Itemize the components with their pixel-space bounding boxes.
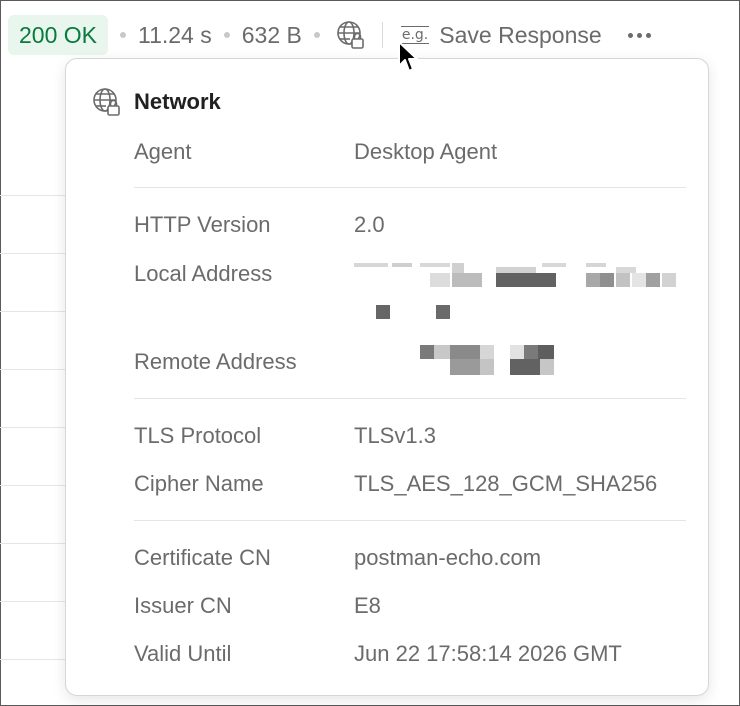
separator-dot — [120, 32, 126, 38]
status-badge[interactable]: 200 OK — [8, 15, 108, 55]
info-value[interactable]: TLSv1.3 — [354, 423, 436, 449]
info-value[interactable]: Desktop Agent — [354, 139, 497, 165]
info-row-local-address: Local Address — [134, 261, 354, 287]
response-time[interactable]: 11.24 s — [138, 22, 212, 49]
info-label: HTTP Version — [134, 212, 271, 237]
info-value[interactable]: postman-echo.com — [354, 545, 541, 571]
info-row-valid-until: Valid Until Jun 22 17:58:14 2026 GMT — [134, 641, 622, 667]
popover-title: Network — [134, 89, 221, 114]
info-value[interactable]: TLS_AES_128_GCM_SHA256 — [354, 471, 657, 497]
network-info-button[interactable] — [334, 18, 368, 52]
response-status-bar: 200 OK 11.24 s 632 B e.g. Save Response — [8, 15, 651, 55]
save-response-button[interactable]: Save Response — [439, 22, 601, 49]
info-row-http-version: HTTP Version 2.0 — [134, 212, 385, 238]
vertical-divider — [381, 22, 383, 48]
network-info-popover: Network Agent Desktop Agent HTTP Version… — [65, 58, 709, 696]
info-label: Remote Address — [134, 349, 297, 374]
more-horizontal-icon — [627, 32, 633, 38]
background-table-rows — [0, 0, 70, 706]
globe-lock-icon — [93, 88, 120, 116]
separator-dot — [223, 32, 230, 38]
globe-lock-icon — [337, 21, 364, 49]
info-row-cipher-name: Cipher Name TLS_AES_128_GCM_SHA256 — [134, 471, 657, 497]
redacted-local-address[interactable] — [354, 263, 684, 323]
mouse-pointer-icon — [398, 41, 418, 72]
response-size[interactable]: 632 B — [242, 22, 302, 49]
section-divider — [134, 187, 686, 188]
info-label: Local Address — [134, 261, 273, 286]
info-row-issuer-cn: Issuer CN E8 — [134, 593, 381, 619]
info-row-remote-address: Remote Address — [134, 349, 354, 375]
info-label: Certificate CN — [134, 545, 271, 570]
separator-dot — [313, 32, 320, 38]
info-label: Valid Until — [134, 641, 232, 666]
section-divider — [134, 520, 686, 521]
redacted-remote-address[interactable] — [420, 345, 560, 377]
info-value[interactable]: 2.0 — [354, 212, 385, 238]
info-label: Cipher Name — [134, 471, 264, 496]
popover-header: Network — [92, 87, 221, 117]
info-value[interactable]: Jun 22 17:58:14 2026 GMT — [354, 641, 622, 667]
section-divider — [134, 398, 686, 399]
info-row-agent: Agent Desktop Agent — [134, 139, 497, 165]
info-row-certificate-cn: Certificate CN postman-echo.com — [134, 545, 541, 571]
info-label: Agent — [134, 139, 192, 164]
info-label: TLS Protocol — [134, 423, 262, 448]
more-options-button[interactable] — [627, 32, 651, 38]
info-value[interactable]: E8 — [354, 593, 381, 619]
info-row-tls-protocol: TLS Protocol TLSv1.3 — [134, 423, 436, 449]
info-label: Issuer CN — [134, 593, 232, 618]
